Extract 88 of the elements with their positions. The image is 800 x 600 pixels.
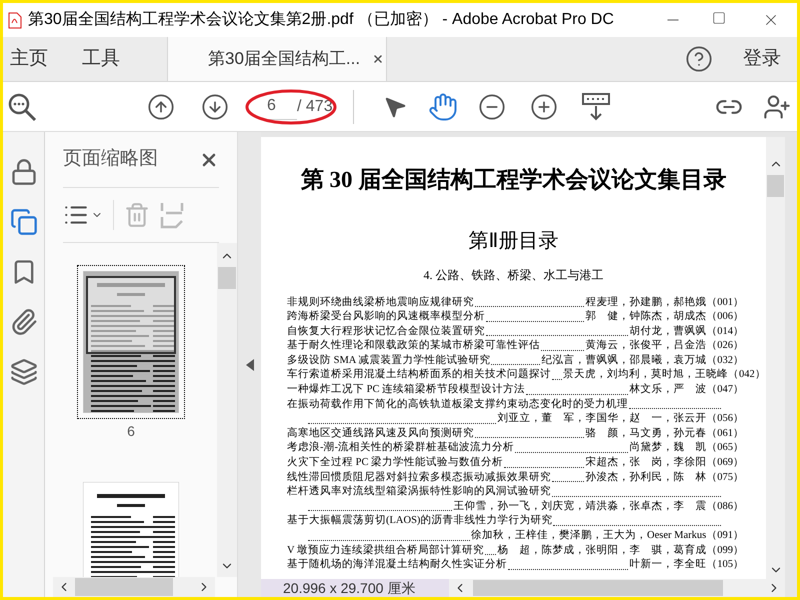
horizontal-scrollbar[interactable] [449,579,785,597]
entry-page: （032） [706,354,744,368]
entry-authors: 宋超杰，张 岗，李徐阳 [585,456,706,470]
page-thumbnail-drawing[interactable] [83,271,179,413]
entry-page: （047） [706,383,744,398]
entry-authors: 景天虎，刘均利，莫时旭，王晓峰 [563,368,728,382]
entry-authors: 杨 超，陈梦成，张明阳，李 骐，葛育成 [497,544,706,558]
nav-tab[interactable]: 主页 [3,37,55,81]
entry-authors: 刘亚立，董 军，李国华，赵 一，张云开 [497,412,706,426]
entry-page: （099） [706,544,744,558]
entry-title[interactable]: 多级设防 SMA 减震装置力学性能试验研究 [287,354,490,368]
zoom-out-icon[interactable] [478,92,506,120]
horizontal-scrollbar[interactable] [53,577,215,597]
entry-title[interactable]: 基于耐久性理论和限载政策的某城市桥梁可靠性评估 [287,339,540,354]
page-number-field[interactable]: 6 [267,94,297,120]
add-user-icon[interactable] [763,92,791,120]
entry-authors: 尚黛梦，魏 凯 [629,441,706,456]
page-size-status: 20.996 x 29.700 厘米 [261,579,449,597]
entry-title[interactable]: 车行索道桥采用混凝土结构桥面系的相关技术问题探讨 [287,368,551,384]
entry-title[interactable]: V 墩预应力连续梁拱组合桥局部计算研究 [287,544,484,558]
layers-icon[interactable] [10,358,38,386]
document-subheading: 第Ⅱ册目录 [468,228,558,254]
document-tab[interactable]: 第30届全国结构工... [167,37,387,81]
entry-page: （001） [706,296,744,310]
entry-authors: 王仰雪，孙一飞，刘庆宽，靖洪淼，张卓杰，李 震 [453,500,706,514]
entry-authors: 程麦理，孙建鹏，郝艳娥 [585,296,706,310]
entry-page: （042） [728,368,766,382]
thumbnail-frame[interactable] [77,265,185,419]
scroll-thumb[interactable] [473,580,723,596]
entry-authors: 纪泓言，曹飒飒，邵晨曦，袁万城 [541,354,706,368]
entry-authors: 林文乐，严 波 [629,383,706,398]
entry-title[interactable]: 自恢复大行程形状记忆合金限位装置研究 [287,324,485,340]
entry-page: （014） [706,324,744,339]
entry-authors: 黄海云，张俊平，吕金浩 [585,339,706,354]
entry-authors: 孙浚杰，孙利民，陈 林 [585,470,706,485]
entry-page: （061） [706,426,744,441]
sign-in-button[interactable]: 登录 [727,37,797,81]
tab-label[interactable]: 第30届全国结构工... [208,46,360,72]
scroll-thumb[interactable] [767,175,784,197]
entry-page: （026） [706,339,744,354]
entry-title[interactable]: 考虑浪-潮-流相关性的桥梁群桩基础波流力分析 [287,441,514,456]
entry-title[interactable]: 非规则环绕曲线梁桥地震响应规律研究 [287,296,474,310]
entry-authors: 骆 颜，马文勇，孙元春 [585,426,706,441]
vertical-scrollbar[interactable] [217,243,237,577]
entry-page: （006） [706,310,744,324]
entry-page: （075） [706,470,744,485]
entry-authors: 徐加秋，王梓佳，樊泽鹏，王大为，Oeser Markus [471,529,706,543]
entry-title[interactable]: 一种爆炸工况下 PC 连续箱梁桥节段模型设计方法 [287,383,526,398]
entry-authors: 郭 健，钟陈杰，胡成杰 [585,310,706,324]
entry-title[interactable]: 在振动荷载作用下简化的高铁轨道板梁支撑约束动态变化时的受力机理 [287,398,628,412]
entry-page: （091） [706,529,744,543]
vertical-scrollbar[interactable] [766,137,785,579]
attachment-icon[interactable] [10,308,38,336]
zoom-in-icon[interactable] [530,92,558,120]
entry-title[interactable]: 线性滞回惯质阻尼器对斜拉索多模态振动减振效果研究 [287,470,551,486]
entry-title[interactable]: 跨海桥梁受台风影响的风速概率模型分析 [287,310,485,325]
hand-icon[interactable] [428,92,458,122]
lock-icon[interactable] [10,158,38,186]
scroll-thumb[interactable] [218,267,236,289]
keyboard-arrow-icon[interactable] [582,92,610,122]
entry-page: （086） [706,500,744,514]
nav-tab[interactable]: 工具 [75,37,127,81]
section-heading: 4. 公路、铁路、桥梁、水工与港工 [424,266,604,284]
panel-title: 页面缩略图 [63,147,158,172]
pages-icon[interactable] [10,208,38,236]
page-total: / 473 [297,96,333,116]
entry-page: （065） [706,441,744,456]
entry-title[interactable]: 栏杆透风率对流线型箱梁涡振特性影响的风洞试验研究 [287,485,551,500]
collapse-arrow-icon[interactable] [246,358,254,370]
search-icon[interactable] [7,92,37,122]
entry-title[interactable]: 基于随机场的海洋混凝土结构耐久性实证分析 [287,558,507,573]
entry-page: （056） [706,412,744,426]
entry-title[interactable]: 高寒地区交通线路风速及风向预测研究 [287,426,474,442]
help-icon[interactable] [685,45,713,73]
close-tab-icon[interactable] [372,53,384,65]
next-page-icon[interactable] [201,92,229,120]
scroll-thumb[interactable] [75,578,173,596]
entry-authors: 胡付龙，曹飒飒 [629,324,706,339]
entry-title[interactable]: 基于大振幅震荡剪切(LAOS)的沥青非线性力学行为研究 [287,514,552,529]
document-heading: 第 30 届全国结构工程学术会议论文集目录 [300,166,726,194]
previous-page-icon[interactable] [147,92,175,120]
entry-title[interactable]: 火灾下全过程 PC 梁力学性能试验与数值分析 [287,456,504,471]
entry-page: （105） [706,558,744,572]
pdf-file-icon [8,12,22,28]
entry-page: （069） [706,456,744,470]
page-label: 6 [127,422,135,441]
window-title: 第30届全国结构工程学术会议论文集第2册.pdf （已加密） - Adobe Acrobat Pro DC [28,10,614,30]
entry-authors: 叶新一，李全旺 [629,558,706,572]
